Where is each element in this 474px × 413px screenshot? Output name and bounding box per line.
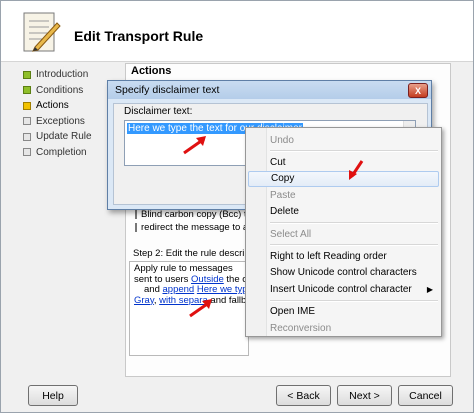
step-item: Exceptions [23, 114, 118, 130]
back-button[interactable]: < Back [276, 385, 331, 406]
menu-item-label: Copy [271, 173, 295, 185]
step-label: Update Rule [36, 131, 92, 143]
step-label: Conditions [36, 84, 84, 96]
red-arrow-icon [189, 299, 212, 318]
menu-item-label: Right to left Reading order [270, 250, 387, 262]
link-gray[interactable]: Gray [134, 295, 154, 306]
step-item: Update Rule [23, 129, 118, 145]
step-label: Introduction [36, 69, 89, 81]
menu-item-label: Reconversion [270, 322, 332, 334]
step-status-icon [23, 117, 31, 126]
step-item: Completion [23, 145, 118, 161]
desc-text: and [144, 284, 163, 296]
close-icon[interactable]: X [408, 83, 428, 98]
disclaimer-label: Disclaimer text: [124, 106, 193, 117]
wizard-steps: Introduction Conditions Actions Exceptions U… [23, 67, 118, 160]
link-outside[interactable]: Outside [191, 274, 224, 285]
menu-item-label: Select All [270, 228, 312, 240]
step-label: Actions [36, 100, 69, 112]
step-status-icon [23, 148, 31, 157]
menu-separator [270, 222, 438, 224]
link-append[interactable]: append [163, 284, 195, 295]
menu-item-label: Cut [270, 156, 286, 168]
dialog-titlebar: Specify disclaimer text X [108, 81, 431, 99]
menu-item-show-unicode-control-characters[interactable]: Show Unicode control characters [248, 265, 439, 281]
menu-item-undo: Undo [248, 132, 439, 148]
checkbox[interactable] [135, 222, 137, 232]
step-status-icon [23, 101, 31, 110]
menu-item-label: Open IME [270, 306, 316, 318]
step-label: Exceptions [36, 115, 85, 127]
step-item: Actions [23, 98, 118, 114]
menu-item-select-all: Select All [248, 226, 439, 242]
section-label: Actions [131, 65, 172, 77]
menu-item-insert-unicode-control-character[interactable]: Insert Unicode control character ▶ [248, 281, 439, 297]
red-arrow-icon [349, 160, 364, 180]
menu-item-reconversion: Reconversion [248, 320, 439, 336]
submenu-arrow-icon: ▶ [426, 284, 433, 294]
next-button[interactable]: Next > [337, 385, 392, 406]
menu-separator [270, 244, 438, 247]
cancel-button[interactable]: Cancel [398, 385, 453, 406]
menu-item-open-ime[interactable]: Open IME [248, 304, 439, 320]
checkbox-label: redirect the message to ado [141, 221, 247, 233]
menu-item-paste: Paste [248, 187, 439, 203]
menu-separator [270, 150, 438, 153]
help-button[interactable]: Help [28, 385, 78, 406]
wizard-header: Edit Transport Rule [1, 1, 473, 62]
checkbox-label: Blind carbon copy (Bcc) the [141, 208, 247, 220]
transport-rule-icon [23, 12, 61, 52]
menu-item-label: Show Unicode control characters [270, 267, 417, 279]
red-arrow-icon [183, 136, 206, 155]
link-disclaimer[interactable]: Here we type the [197, 284, 248, 295]
menu-item-label: Undo [270, 134, 294, 146]
step2-label: Step 2: Edit the rule description b [133, 248, 248, 259]
step-label: Completion [36, 146, 87, 158]
menu-item-label: Insert Unicode control character [270, 283, 412, 295]
menu-item-delete[interactable]: Delete [248, 204, 439, 220]
menu-item-label: Delete [270, 206, 299, 218]
step-status-icon [23, 132, 31, 141]
step-status-icon [23, 70, 31, 79]
checkbox-redirect[interactable]: redirect the message to ado [135, 221, 247, 233]
desc-text: sent to users [134, 273, 192, 285]
step-item: Introduction [23, 67, 118, 83]
menu-item-right-to-left-reading-order[interactable]: Right to left Reading order [248, 248, 439, 264]
step-status-icon [23, 86, 31, 95]
step-item: Conditions [23, 83, 118, 99]
checkbox[interactable] [135, 209, 137, 219]
menu-separator [270, 299, 438, 302]
menu-item-label: Paste [270, 189, 296, 201]
dialog-title: Specify disclaimer text [115, 84, 220, 96]
page-title: Edit Transport Rule [74, 28, 204, 44]
